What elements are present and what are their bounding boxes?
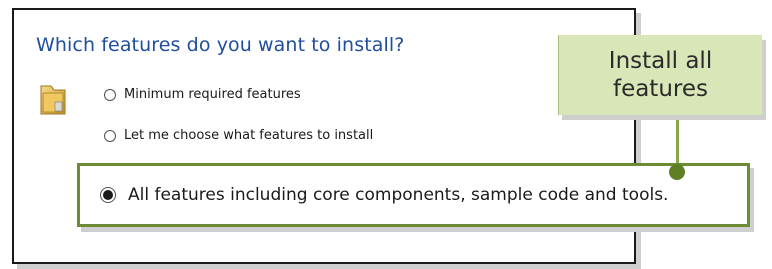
callout-connector-dot (669, 164, 685, 180)
option-all-features-label: All features including core components, … (128, 185, 669, 205)
callout-connector-line (676, 114, 679, 170)
callout-install-all: Install all features (558, 35, 762, 115)
radio-all-features[interactable] (100, 187, 116, 203)
option-choose-features[interactable]: Let me choose what features to install (104, 128, 373, 143)
option-minimum-features[interactable]: Minimum required features (104, 87, 301, 102)
option-minimum-features-label: Minimum required features (124, 87, 301, 102)
option-choose-features-label: Let me choose what features to install (124, 128, 374, 143)
radio-minimum-features[interactable] (104, 88, 116, 101)
callout-line-2: features (612, 76, 708, 102)
folder-icon (37, 82, 69, 118)
highlighted-option-box: All features including core components, … (77, 163, 750, 227)
screenshot-stage: Which features do you want to install? M… (0, 0, 772, 269)
callout-line-1: Install all (608, 48, 713, 74)
option-all-features[interactable]: All features including core components, … (100, 185, 668, 205)
radio-choose-features[interactable] (104, 129, 116, 142)
dialog-heading: Which features do you want to install? (36, 34, 405, 56)
